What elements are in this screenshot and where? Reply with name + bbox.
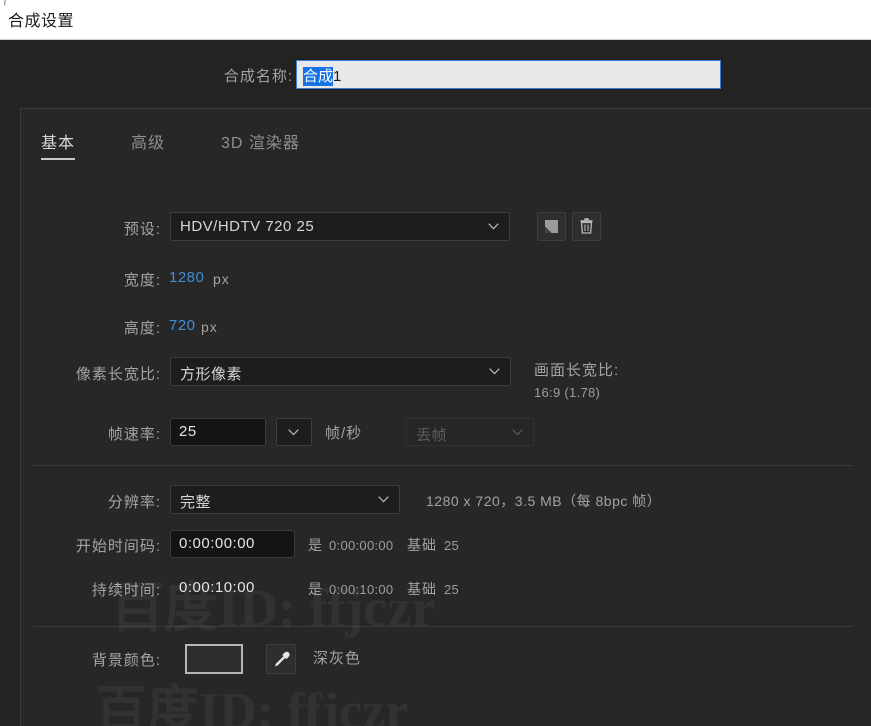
chevron-down-icon [512, 429, 523, 436]
chevron-down-icon [378, 496, 389, 503]
pixel-aspect-label: 像素长宽比: [75, 366, 161, 383]
drop-frame-dropdown: 丢帧 [406, 418, 534, 446]
composition-name-rest-text: 1 [333, 68, 342, 85]
background-color-label: 背景颜色: [91, 652, 161, 669]
start-timecode-base-label: 基础 [407, 537, 437, 553]
duration-base-label: 基础 [407, 581, 437, 597]
pixel-aspect-value: 方形像素 [180, 366, 243, 383]
preset-label: 预设: [123, 221, 161, 238]
composition-settings-dialog: \ 合成设置 合成名称: 合成1 基本 高级 3D 渲染器 预设: HDV/HD… [0, 0, 871, 726]
delete-preset-button[interactable] [572, 212, 601, 241]
duration-base-value: 25 [444, 582, 460, 597]
composition-name-label: 合成名称: [223, 68, 293, 85]
chevron-down-icon [288, 429, 299, 436]
tab-advanced[interactable]: 高级 [131, 129, 165, 153]
start-timecode-input[interactable]: 0:00:00:00 [170, 530, 295, 558]
duration-label: 持续时间: [91, 582, 161, 599]
duration-value: 0:00:10:00 [179, 579, 255, 596]
drop-frame-value: 丢帧 [416, 427, 448, 444]
frame-rate-label: 帧速率: [107, 426, 161, 443]
chevron-down-icon [488, 223, 499, 230]
width-value[interactable]: 1280 [169, 269, 204, 286]
eyedropper-icon [275, 651, 290, 667]
chevron-down-icon [489, 368, 500, 375]
frame-rate-dropdown[interactable] [276, 418, 312, 446]
frame-aspect-label: 画面长宽比: [534, 362, 620, 379]
frame-rate-unit: 帧/秒 [325, 425, 363, 442]
section-divider-2 [33, 626, 853, 627]
save-preset-icon [545, 220, 558, 233]
frame-rate-value: 25 [179, 423, 197, 440]
trash-icon [580, 218, 593, 234]
duration-is-label: 是 [308, 581, 323, 597]
window-title: 合成设置 [8, 13, 75, 30]
dialog-body: 合成名称: 合成1 基本 高级 3D 渲染器 预设: HDV/HDTV 720 … [0, 40, 871, 726]
start-timecode-is-label: 是 [308, 537, 323, 553]
start-timecode-value: 0:00:00:00 [179, 535, 255, 552]
height-unit: px [201, 319, 218, 335]
composition-name-value: 合成1 [303, 65, 341, 86]
save-preset-button[interactable] [537, 212, 566, 241]
background-color-name: 深灰色 [313, 650, 362, 667]
resolution-label: 分辨率: [107, 494, 161, 511]
preset-value: HDV/HDTV 720 25 [180, 218, 315, 235]
preset-dropdown[interactable]: HDV/HDTV 720 25 [170, 212, 510, 241]
composition-name-input[interactable]: 合成1 [295, 59, 722, 90]
duration-input[interactable]: 0:00:10:00 [170, 574, 295, 602]
composition-name-selected-text: 合成 [303, 67, 334, 86]
tab-3d-renderer[interactable]: 3D 渲染器 [221, 129, 300, 153]
height-label: 高度: [123, 320, 161, 337]
frame-aspect-value: 16:9 (1.78) [534, 385, 601, 400]
resolution-dropdown[interactable]: 完整 [170, 485, 400, 514]
settings-panel: 基本 高级 3D 渲染器 预设: HDV/HDTV 720 25 宽度: 128… [20, 108, 871, 726]
width-unit: px [213, 271, 230, 287]
resolution-value: 完整 [180, 494, 212, 511]
section-divider-1 [33, 465, 853, 466]
start-timecode-base-value: 25 [444, 538, 460, 553]
width-label: 宽度: [123, 272, 161, 289]
start-timecode-is-value: 0:00:00:00 [329, 538, 394, 553]
resolution-info: 1280 x 720，3.5 MB（每 8bpc 帧） [426, 493, 662, 509]
tab-basic[interactable]: 基本 [41, 129, 76, 160]
eyedropper-button[interactable] [266, 644, 296, 674]
frame-rate-input[interactable]: 25 [170, 418, 266, 446]
window-titlebar: \ 合成设置 [0, 0, 871, 40]
pixel-aspect-dropdown[interactable]: 方形像素 [170, 357, 511, 386]
start-timecode-label: 开始时间码: [75, 538, 161, 555]
background-color-swatch[interactable] [185, 644, 243, 674]
duration-is-value: 0:00:10:00 [329, 582, 394, 597]
height-value[interactable]: 720 [169, 317, 196, 334]
composition-name-row: 合成名称: 合成1 [0, 59, 871, 90]
